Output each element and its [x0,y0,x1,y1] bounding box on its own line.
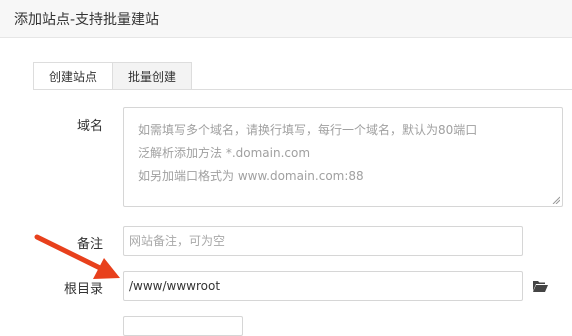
tab-create-site[interactable]: 创建站点 [33,62,114,90]
remark-input[interactable]: 网站备注，可为空 [123,226,523,256]
root-dir-input[interactable]: /www/wwwroot [123,271,523,301]
domain-placeholder-line-1: 如需填写多个域名，请换行填写，每行一个域名，默认为80端口 [138,123,478,137]
tab-divider [33,89,572,90]
domain-textarea[interactable]: 如需填写多个域名，请换行填写，每行一个域名，默认为80端口 泛解析添加方法 *.… [123,107,563,207]
next-input[interactable] [123,316,243,336]
domain-label: 域名 [76,119,103,134]
remark-label: 备注 [76,237,103,252]
domain-placeholder-line-2: 泛解析添加方法 *.domain.com [138,146,311,160]
folder-open-icon[interactable] [532,279,548,293]
root-dir-label: 根目录 [63,282,103,297]
dialog-titlebar: 添加站点-支持批量建站 [0,0,572,38]
tab-batch-create[interactable]: 批量创建 [112,62,193,90]
dialog-title: 添加站点-支持批量建站 [14,12,160,28]
domain-placeholder-line-3: 如另加端口格式为 www.domain.com:88 [138,169,364,183]
resize-grip-icon[interactable] [552,196,560,204]
tab-bar: 创建站点 批量创建 [33,62,193,90]
